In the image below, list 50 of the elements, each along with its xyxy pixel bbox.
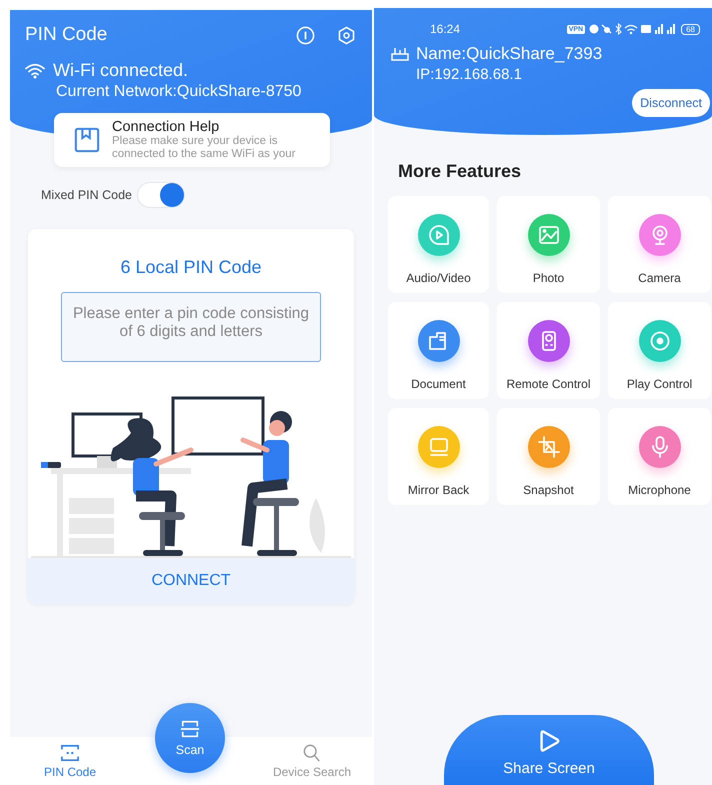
feature-tile[interactable]: Play Control — [608, 302, 711, 399]
feature-label: Camera — [638, 271, 681, 285]
wifi-status: Wi-Fi connected. — [53, 60, 188, 81]
feature-label: Play Control — [626, 377, 692, 391]
help-card[interactable]: Connection Help Please make sure your device is connected to the same WiFi as your — [54, 113, 330, 168]
feature-tile[interactable]: Audio/Video — [388, 196, 489, 293]
help-text: Please make sure your device is connected to the same WiFi as your — [112, 135, 296, 162]
ip-address: IP:192.168.68.1 — [416, 66, 523, 83]
feature-tile[interactable]: Snapshot — [497, 408, 600, 505]
toggle-label: Mixed PIN Code — [41, 188, 132, 202]
disconnect-button[interactable]: Disconnect — [632, 89, 710, 117]
feature-label: Document — [411, 377, 466, 391]
connect-button[interactable]: CONNECT — [28, 558, 354, 604]
screen-title: PIN Code — [25, 24, 108, 46]
settings-icon[interactable] — [337, 26, 356, 44]
info-icon[interactable] — [296, 26, 315, 44]
crop-icon — [536, 435, 560, 459]
feature-tile[interactable]: Microphone — [608, 408, 711, 505]
feature-label: Snapshot — [523, 483, 574, 497]
battery-level: 68 — [681, 24, 700, 34]
pin-input-field[interactable]: Please enter a pin code consisting of 6 digits and letters — [61, 292, 321, 362]
book-icon — [74, 127, 100, 154]
scan-icon — [180, 719, 200, 739]
feature-label: Photo — [532, 271, 564, 285]
section-title: More Features — [398, 161, 522, 182]
feature-tile[interactable]: Camera — [608, 196, 711, 293]
nav-tab[interactable]: PIN Code — [10, 744, 130, 778]
help-title: Connection Help — [112, 119, 220, 135]
feature-tile[interactable]: Remote Control — [497, 302, 600, 399]
feature-label: Audio/Video — [406, 271, 471, 285]
feature-label: Mirror Back — [408, 483, 470, 497]
share-screen-button[interactable]: Share Screen — [444, 715, 654, 785]
feature-tile[interactable]: Document — [388, 302, 489, 399]
feature-label: Remote Control — [506, 377, 591, 391]
play-icon — [426, 223, 450, 247]
network-name: Current Network:QuickShare-8750 — [56, 83, 302, 101]
disc-icon — [648, 329, 672, 353]
card-title: 6 Local PIN Code — [120, 257, 262, 278]
wifi-icon — [25, 62, 45, 78]
router-icon — [390, 46, 410, 62]
picture-icon — [536, 223, 560, 247]
mixed-pin-toggle[interactable] — [138, 183, 184, 208]
device-name: Name:QuickShare_7393 — [416, 44, 602, 64]
feature-tile[interactable]: Mirror Back — [388, 408, 489, 505]
status-time: 16:24 — [430, 22, 462, 36]
pin-icon — [60, 744, 80, 762]
feature-tile[interactable]: Photo — [497, 196, 600, 293]
scan-button[interactable]: Scan — [155, 703, 225, 773]
feature-label: Microphone — [628, 483, 691, 497]
search-icon — [302, 744, 322, 762]
